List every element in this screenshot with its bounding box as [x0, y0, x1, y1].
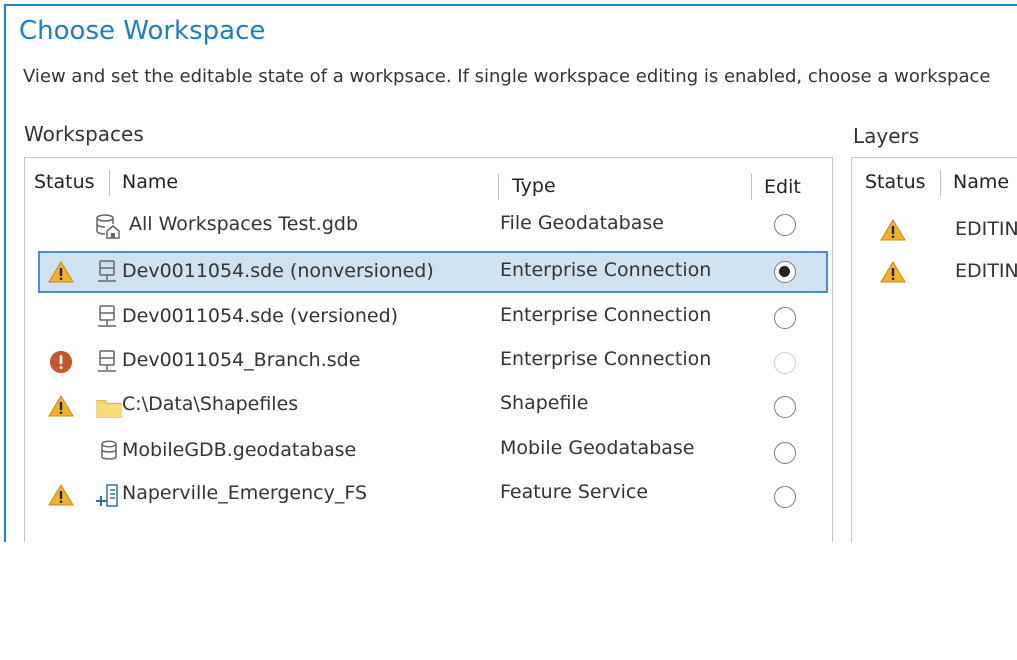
workspace-type: Enterprise Connection — [500, 348, 712, 370]
workspace-row-selected[interactable]: Dev0011054.sde (nonversioned) Enterprise… — [38, 251, 828, 293]
column-header-type[interactable]: Type — [512, 175, 556, 197]
workspace-type: Mobile Geodatabase — [500, 437, 695, 459]
layers-label: Layers — [853, 124, 920, 148]
dialog-description: View and set the editable state of a wor… — [23, 66, 991, 87]
workspace-row[interactable]: Dev0011054.sde (versioned) Enterprise Co… — [38, 296, 828, 338]
warning-icon — [48, 261, 74, 283]
error-icon — [49, 350, 73, 374]
workspaces-table: Status Name Type Edit All Workspaces Tes… — [24, 157, 833, 542]
edit-radio[interactable] — [774, 396, 796, 418]
column-header-name[interactable]: Name — [122, 171, 178, 193]
warning-icon — [48, 484, 74, 506]
workspace-type: Shapefile — [500, 392, 589, 414]
workspace-type: Enterprise Connection — [500, 259, 712, 281]
edit-radio-disabled — [774, 352, 796, 374]
workspace-row[interactable]: C:\Data\Shapefiles Shapefile — [38, 385, 828, 427]
column-separator[interactable] — [940, 170, 941, 196]
workspace-type: File Geodatabase — [500, 212, 664, 234]
server-icon — [98, 260, 116, 282]
warning-icon — [48, 395, 74, 417]
warning-icon — [880, 219, 906, 241]
feature-service-icon — [96, 484, 118, 507]
edit-radio[interactable] — [774, 486, 796, 508]
layers-table: Status Name EDITIN EDITIN — [851, 157, 1017, 542]
layer-name: EDITIN — [955, 218, 1017, 240]
column-separator[interactable] — [109, 170, 110, 196]
folder-icon — [96, 400, 122, 418]
layer-name: EDITIN — [955, 260, 1017, 282]
dialog-title: Choose Workspace — [19, 16, 266, 46]
database-icon — [101, 440, 117, 460]
layer-row[interactable]: EDITIN — [852, 252, 1017, 292]
workspace-name: All Workspaces Test.gdb — [129, 213, 359, 235]
workspace-name: C:\Data\Shapefiles — [122, 393, 299, 415]
edit-radio[interactable] — [774, 214, 796, 236]
server-icon — [98, 305, 116, 327]
workspace-type: Enterprise Connection — [500, 304, 712, 326]
workspace-name: Dev0011054.sde (versioned) — [122, 305, 399, 327]
workspace-name: Dev0011054.sde (nonversioned) — [122, 260, 434, 282]
warning-icon — [880, 261, 906, 283]
server-icon — [98, 350, 116, 372]
workspace-type: Feature Service — [500, 481, 649, 503]
workspace-row[interactable]: Dev0011054_Branch.sde Enterprise Connect… — [38, 341, 828, 383]
radio-dot — [779, 266, 790, 277]
gdb-file-icon — [96, 214, 120, 239]
column-header-edit[interactable]: Edit — [764, 176, 801, 198]
workspace-row[interactable]: MobileGDB.geodatabase Mobile Geodatabase — [38, 430, 828, 472]
workspaces-label: Workspaces — [24, 122, 144, 146]
layer-row[interactable]: EDITIN — [852, 210, 1017, 250]
workspace-row[interactable]: All Workspaces Test.gdb File Geodatabase — [38, 205, 828, 247]
column-separator[interactable] — [498, 174, 499, 200]
edit-radio[interactable] — [774, 307, 796, 329]
layers-column-header-name[interactable]: Name — [953, 171, 1009, 193]
column-separator[interactable] — [751, 174, 752, 200]
layers-column-header-status[interactable]: Status — [865, 171, 926, 193]
workspace-name: MobileGDB.geodatabase — [122, 439, 357, 461]
workspace-name: Naperville_Emergency_FS — [122, 482, 368, 504]
edit-radio-checked[interactable] — [774, 261, 796, 283]
choose-workspace-dialog: Choose Workspace View and set the editab… — [4, 4, 1017, 542]
workspace-row[interactable]: Naperville_Emergency_FS Feature Service — [38, 474, 828, 516]
workspace-name: Dev0011054_Branch.sde — [122, 349, 361, 371]
edit-radio[interactable] — [774, 442, 796, 464]
column-header-status[interactable]: Status — [34, 171, 95, 193]
